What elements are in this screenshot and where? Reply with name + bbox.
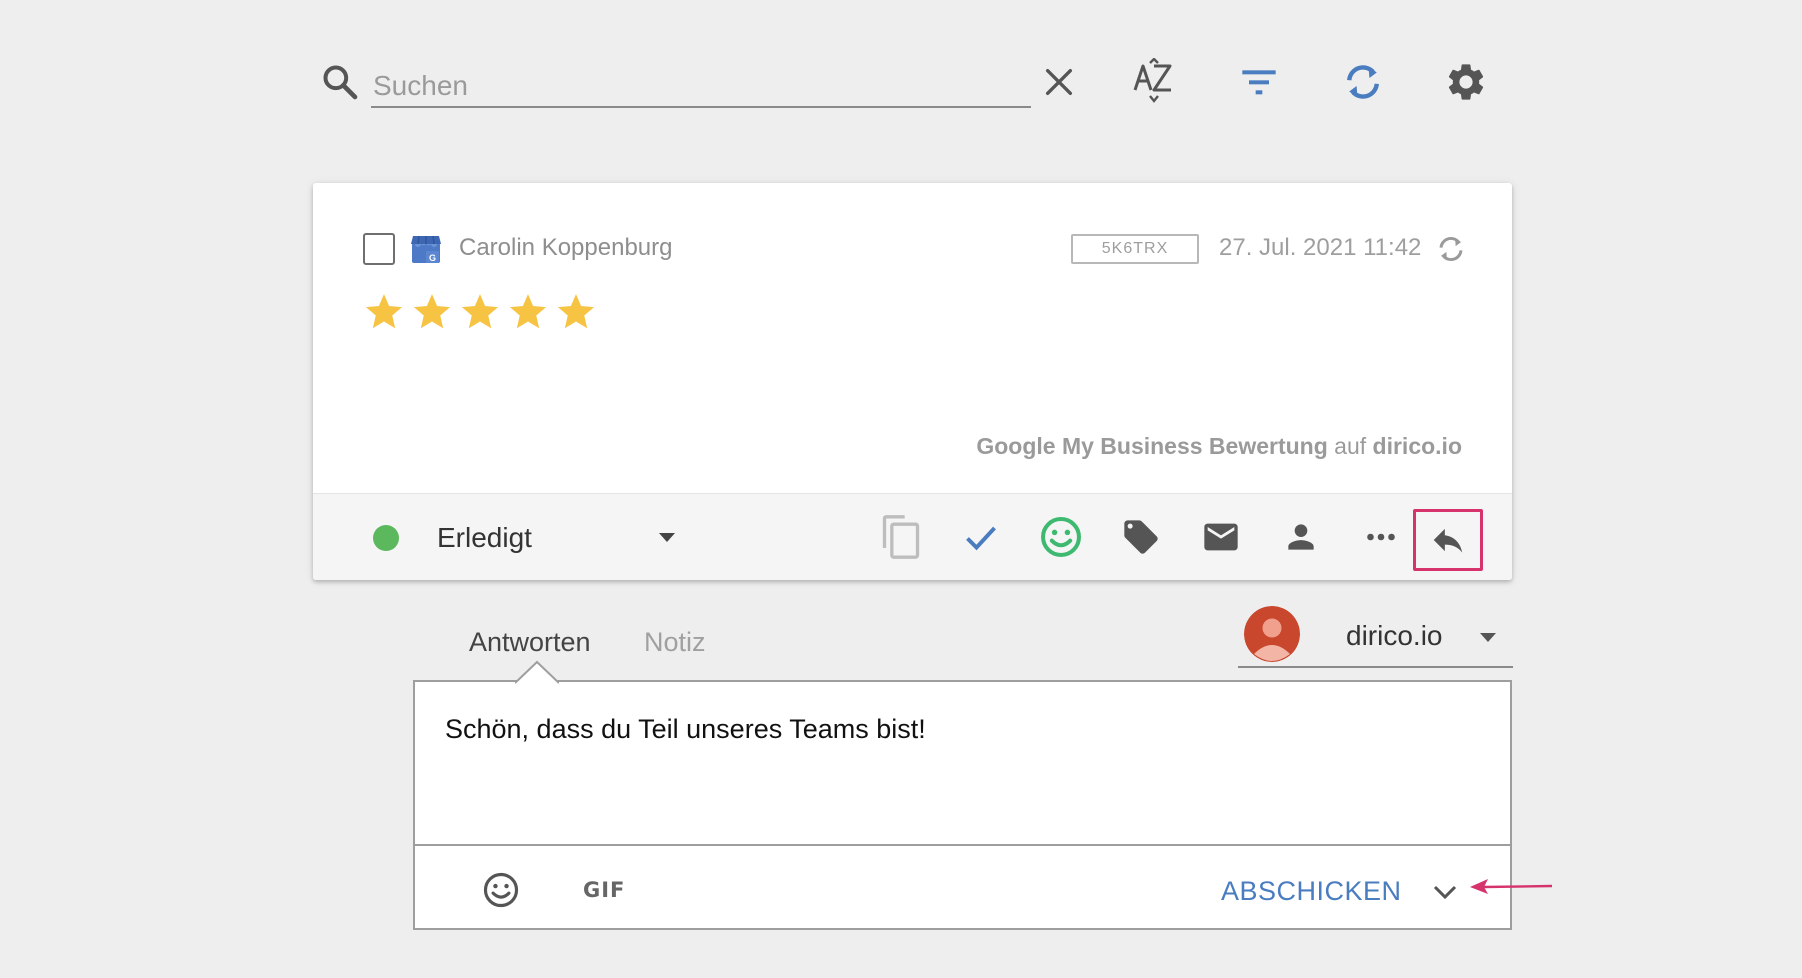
search-input[interactable] bbox=[371, 60, 1031, 108]
gear-icon bbox=[1448, 64, 1484, 100]
refresh-icon bbox=[1347, 65, 1379, 99]
send-button[interactable]: ABSCHICKEN bbox=[1221, 874, 1402, 908]
insert-emoji-button[interactable] bbox=[479, 868, 523, 912]
source-site: dirico.io bbox=[1372, 433, 1462, 459]
svg-text:G: G bbox=[429, 253, 436, 263]
review-id-badge: 5K6TRX bbox=[1071, 234, 1199, 264]
sort-az-button[interactable] bbox=[1128, 56, 1180, 108]
star-icon bbox=[413, 294, 451, 329]
status-dropdown[interactable]: Erledigt bbox=[437, 518, 677, 558]
tab-pointer bbox=[515, 660, 559, 684]
search-icon bbox=[323, 65, 358, 100]
sentiment-button[interactable] bbox=[1033, 509, 1089, 565]
status-label: Erledigt bbox=[437, 522, 532, 553]
avatar bbox=[1244, 606, 1300, 662]
mark-done-button[interactable] bbox=[953, 509, 1009, 565]
emoji-icon bbox=[1041, 517, 1081, 557]
star-icon bbox=[461, 294, 499, 329]
composer-divider bbox=[415, 844, 1510, 846]
review-card: G Carolin Koppenburg 5K6TRX 27. Jul. 202… bbox=[313, 183, 1512, 580]
reviewer-name: Carolin Koppenburg bbox=[459, 234, 673, 261]
assign-user-button[interactable] bbox=[1273, 509, 1329, 565]
copy-button[interactable] bbox=[873, 509, 929, 565]
review-date: 27. Jul. 2021 11:42 bbox=[1219, 234, 1422, 261]
review-select-checkbox[interactable] bbox=[363, 233, 395, 265]
sync-icon[interactable] bbox=[1435, 233, 1467, 265]
sort-az-icon bbox=[1133, 58, 1172, 103]
google-my-business-icon: G bbox=[411, 235, 441, 263]
review-source: Google My Business Bewertung auf dirico.… bbox=[976, 433, 1462, 460]
tab-note[interactable]: Notiz bbox=[644, 627, 706, 658]
reply-textarea[interactable]: Schön, dass du Teil unseres Teams bist! bbox=[445, 714, 926, 745]
emoji-icon bbox=[483, 872, 519, 908]
person-icon bbox=[1288, 524, 1314, 550]
mail-icon bbox=[1204, 523, 1238, 551]
copy-icon bbox=[882, 515, 920, 559]
refresh-button[interactable] bbox=[1337, 56, 1389, 108]
reply-composer: Schön, dass du Teil unseres Teams bist! … bbox=[413, 660, 1512, 930]
annotation-arrow-icon bbox=[1470, 879, 1552, 894]
star-icon bbox=[365, 294, 403, 329]
settings-button[interactable] bbox=[1440, 56, 1492, 108]
clear-search-button[interactable] bbox=[1033, 56, 1085, 108]
close-icon bbox=[1045, 68, 1073, 96]
status-indicator bbox=[373, 525, 399, 551]
caret-down-icon bbox=[1480, 633, 1496, 642]
source-platform: Google My Business Bewertung bbox=[976, 433, 1328, 459]
tag-button[interactable] bbox=[1113, 509, 1169, 565]
more-button[interactable] bbox=[1353, 509, 1409, 565]
more-icon bbox=[1367, 533, 1395, 541]
caret-down-icon bbox=[659, 533, 675, 542]
mail-button[interactable] bbox=[1193, 509, 1249, 565]
tag-icon bbox=[1124, 520, 1158, 554]
account-name: dirico.io bbox=[1346, 620, 1443, 651]
star-icon bbox=[557, 294, 595, 329]
review-actions-bar: Erledigt bbox=[313, 493, 1512, 580]
reply-icon bbox=[1433, 528, 1463, 553]
account-dropdown[interactable]: dirico.io bbox=[1238, 602, 1513, 668]
send-options-button[interactable] bbox=[1427, 876, 1463, 908]
insert-gif-button[interactable]: GIF bbox=[583, 874, 625, 906]
star-rating bbox=[363, 291, 597, 333]
filter-icon bbox=[1242, 70, 1276, 95]
reply-button[interactable] bbox=[1413, 509, 1483, 571]
check-icon bbox=[966, 526, 996, 551]
source-connector: auf bbox=[1334, 433, 1367, 459]
filter-button[interactable] bbox=[1233, 56, 1285, 108]
star-icon bbox=[509, 294, 547, 329]
chevron-down-icon bbox=[1433, 885, 1457, 900]
tab-reply[interactable]: Antworten bbox=[469, 627, 591, 658]
